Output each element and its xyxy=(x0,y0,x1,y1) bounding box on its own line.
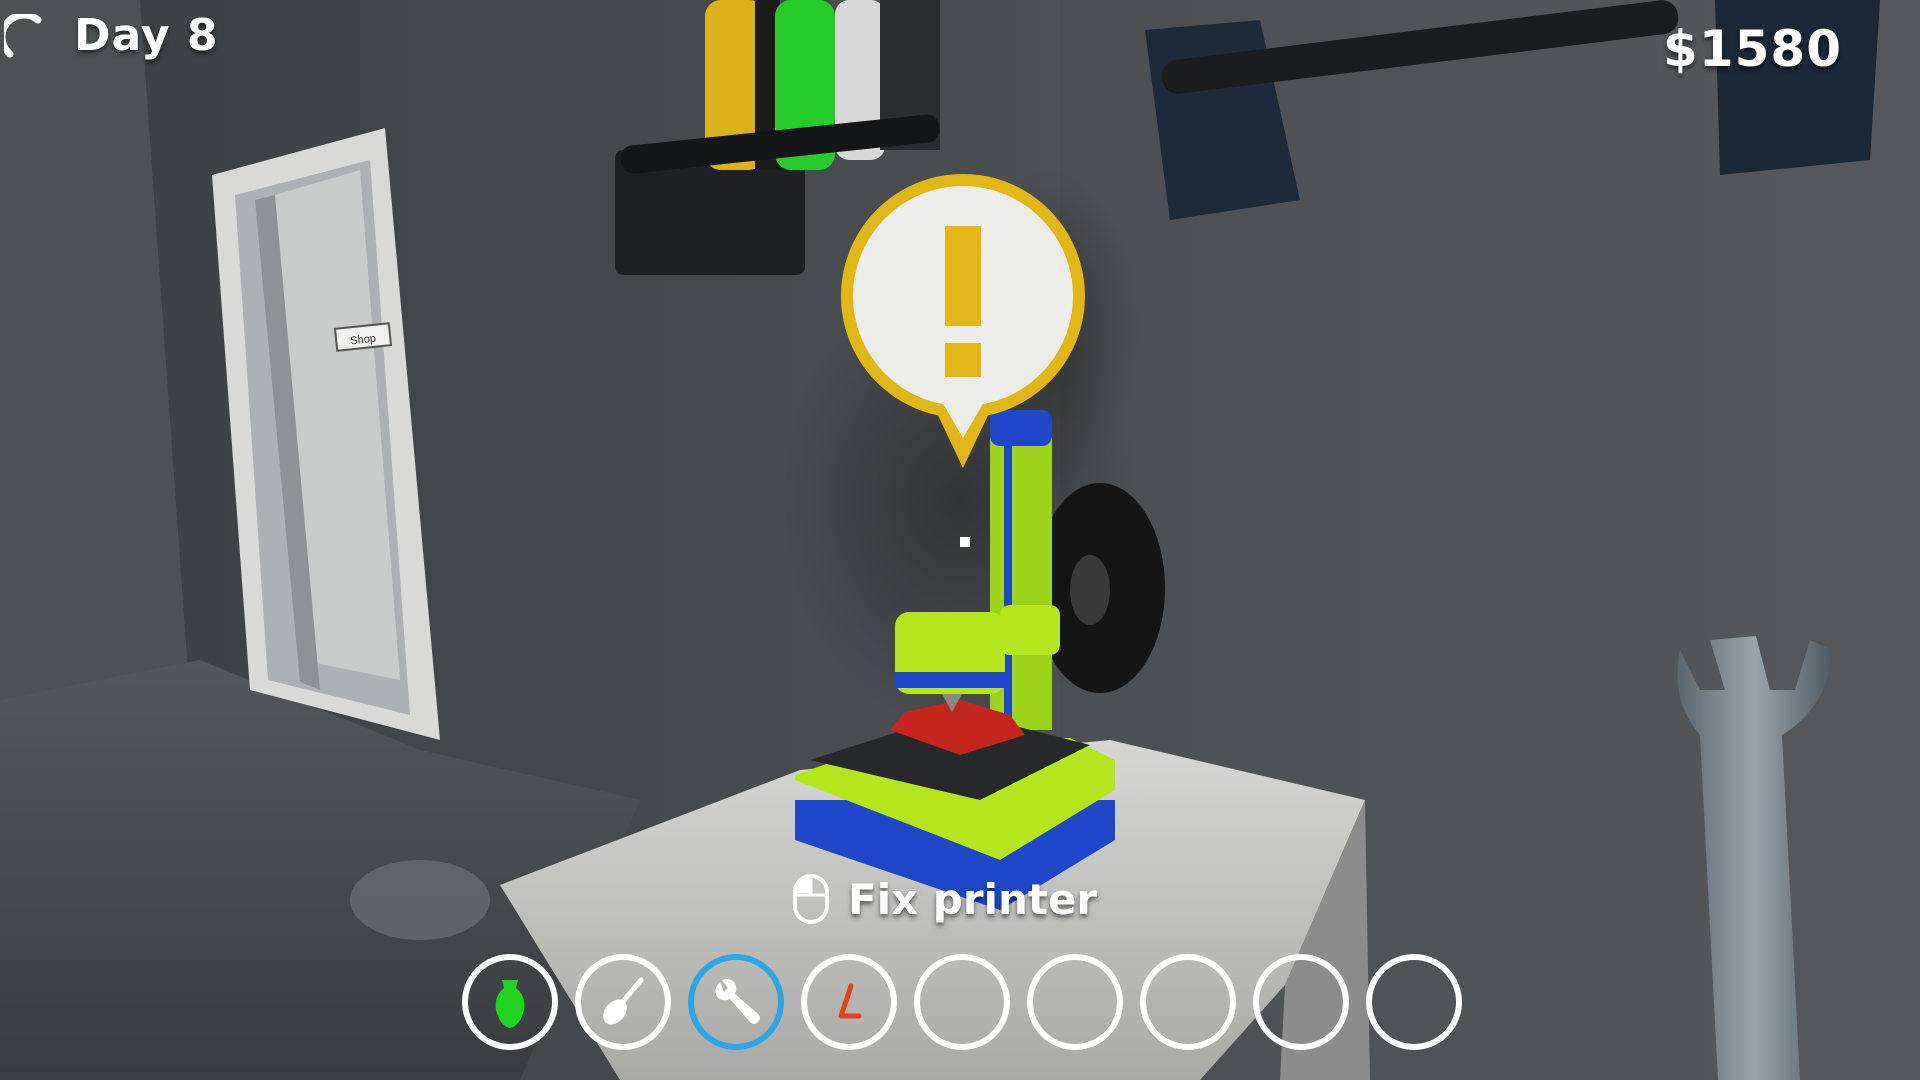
printer-head-stripe xyxy=(895,672,1005,688)
hotbar-slot-4[interactable] xyxy=(801,954,897,1050)
day-label: Day 8 xyxy=(74,10,219,61)
interaction-prompt: Fix printer xyxy=(792,873,1097,925)
crosshair xyxy=(960,537,970,547)
printer-head-arm xyxy=(1000,605,1060,655)
hotbar-slot-8[interactable] xyxy=(1253,954,1349,1050)
hotbar-slot-2[interactable] xyxy=(575,954,671,1050)
hotbar-slot-9[interactable] xyxy=(1366,954,1462,1050)
day-indicator: Day 8 xyxy=(0,10,218,61)
orange-allen-key-icon xyxy=(838,983,862,1019)
hotbar-slot-3[interactable] xyxy=(688,954,784,1050)
printer-spool-hub xyxy=(1070,555,1110,625)
spatula-icon xyxy=(603,977,644,1025)
hotbar-slot-5[interactable] xyxy=(914,954,1010,1050)
exclamation-icon xyxy=(840,174,1085,468)
mouse-left-click-icon xyxy=(793,874,829,924)
day-cycle-icon xyxy=(4,13,42,57)
hotbar-slot-6[interactable] xyxy=(1027,954,1123,1050)
hotbar-slot-1[interactable] xyxy=(462,954,558,1050)
hotbar-slot-7[interactable] xyxy=(1140,954,1236,1050)
prompt-label: Fix printer xyxy=(848,874,1098,924)
floor-stain xyxy=(350,860,490,940)
hotbar xyxy=(462,954,1479,1050)
wrench-icon xyxy=(715,978,760,1024)
green-vase-icon xyxy=(495,980,525,1028)
money-counter: $1580 xyxy=(1663,20,1842,78)
